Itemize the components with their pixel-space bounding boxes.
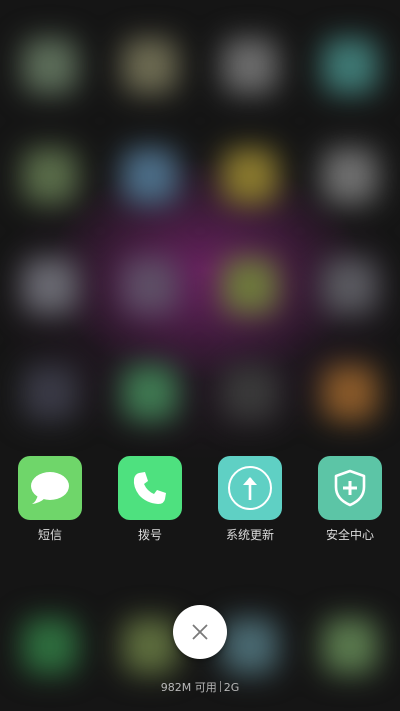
app-label: 系统更新 (225, 528, 274, 542)
blurred-app-icon (222, 148, 278, 204)
blurred-app-icon (322, 618, 378, 674)
upload-arrow-glyph (228, 466, 272, 510)
memory-status: 982M 可用 2G (0, 681, 400, 695)
app-label: 拨号 (137, 528, 162, 542)
app-dialer[interactable]: 拨号 (105, 456, 195, 556)
upload-arrow-icon (218, 456, 282, 520)
blurred-app-icon (22, 38, 78, 94)
blurred-app-icon (322, 365, 378, 421)
blurred-app-icon (122, 148, 178, 204)
blurred-app-icon (322, 38, 378, 94)
blurred-app-icon (22, 618, 78, 674)
blurred-app-icon (122, 258, 178, 314)
blurred-app-icon (122, 365, 178, 421)
blurred-app-icon (222, 618, 278, 674)
blurred-app-icon (122, 618, 178, 674)
close-icon (192, 624, 208, 640)
blurred-app-icon (222, 258, 278, 314)
blurred-app-icon (22, 148, 78, 204)
blurred-app-icon (22, 258, 78, 314)
blurred-app-icon (222, 365, 278, 421)
recent-apps-row: 短信 拨号 系统更新 安全中心 (0, 456, 400, 556)
shield-plus-icon (318, 456, 382, 520)
close-all-button[interactable] (173, 605, 227, 659)
message-bubble-icon (18, 456, 82, 520)
app-system-update[interactable]: 系统更新 (205, 456, 295, 556)
separator (219, 681, 221, 692)
blurred-app-icon (322, 258, 378, 314)
memory-available: 982M 可用 (160, 681, 217, 694)
phone-handset-icon (118, 456, 182, 520)
app-security-center[interactable]: 安全中心 (305, 456, 395, 556)
app-messages[interactable]: 短信 (5, 456, 95, 556)
recent-apps-screen: 短信 拨号 系统更新 安全中心 982M 可用 2G (0, 0, 400, 711)
message-bubble-glyph (31, 472, 69, 504)
shield-plus-glyph (334, 469, 366, 507)
network-type: 2G (223, 681, 240, 694)
blurred-app-icon (22, 365, 78, 421)
app-label: 短信 (37, 528, 62, 542)
blurred-app-icon (222, 38, 278, 94)
blurred-app-icon (322, 148, 378, 204)
app-label: 安全中心 (325, 528, 374, 542)
phone-handset-glyph (133, 472, 166, 504)
blurred-app-icon (122, 38, 178, 94)
